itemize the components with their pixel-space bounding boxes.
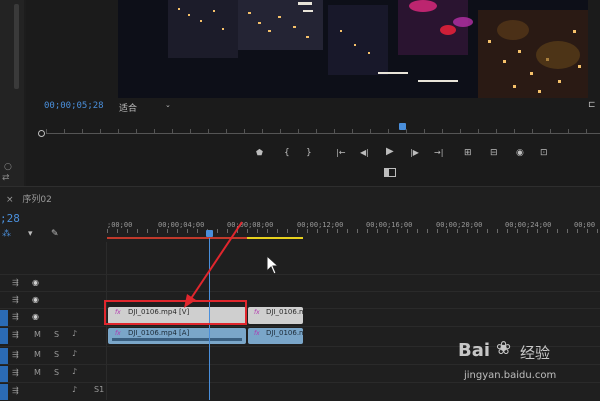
sync-lock-icon[interactable]: ⇶	[12, 350, 19, 359]
frame-icon-right[interactable]: ⊏	[588, 100, 596, 110]
eye-icon[interactable]: ◉	[32, 312, 39, 321]
fx-badge: fx	[115, 330, 121, 337]
microphone-icon[interactable]: ♪	[72, 349, 77, 358]
ruler-label: 00;00;16;00	[366, 221, 413, 229]
watermark-brand: Bai	[458, 340, 491, 361]
go-to-out-icon[interactable]: →|	[434, 148, 443, 158]
export-frame-icon[interactable]: ◉	[516, 148, 524, 158]
solo-button[interactable]: S	[54, 368, 59, 377]
linked-selection-icon[interactable]: ▾	[28, 229, 33, 239]
audio-clip[interactable]: fx DJI_0106.mp4 [A]	[108, 328, 246, 344]
mute-button[interactable]: M	[34, 350, 41, 359]
video-frame	[118, 0, 588, 98]
solo-button[interactable]: S	[54, 330, 59, 339]
tab-sequence[interactable]: × 序列02	[6, 192, 52, 205]
scrubber-track	[46, 133, 600, 134]
work-area-bar[interactable]	[247, 237, 303, 239]
baidu-watermark: Bai ❀ 经验 jingyan.baidu.com	[458, 336, 598, 386]
mark-out-icon[interactable]: }	[306, 148, 312, 158]
clip-name: DJI_0106.mp4	[266, 329, 303, 337]
microphone-icon[interactable]: ♪	[72, 329, 77, 338]
fx-badge: fx	[254, 330, 260, 337]
go-to-in-icon[interactable]: |←	[336, 148, 345, 158]
comparison-view-icon[interactable]	[384, 168, 396, 177]
scrubber-ticks	[46, 129, 600, 133]
monitor-scrubber[interactable]	[38, 123, 600, 139]
mark-in-icon[interactable]: {	[284, 148, 290, 158]
left-panel: ○ ⇄	[0, 0, 24, 186]
solo-button[interactable]: S	[54, 350, 59, 359]
left-panel-scrollbar[interactable]	[14, 4, 19, 89]
watermark-brand-2: 经验	[520, 344, 551, 362]
track-target-master[interactable]	[0, 384, 8, 400]
panel-menu-icon[interactable]: ⇄	[2, 173, 10, 183]
audio-clip[interactable]: fx DJI_0106.mp4	[248, 328, 303, 344]
timeline-timecode[interactable]: ;28	[0, 212, 20, 225]
mute-button[interactable]: M	[34, 368, 41, 377]
extract-icon[interactable]: ⊟	[490, 148, 498, 158]
ruler-label: 00;00;12;00	[297, 221, 344, 229]
collapse-icon[interactable]: ○	[4, 162, 12, 172]
mouse-cursor-icon	[266, 255, 280, 275]
video-clip[interactable]: fx DJI_0106.mp4	[248, 307, 303, 324]
watermark-url: jingyan.baidu.com	[464, 370, 557, 381]
eye-icon[interactable]: ◉	[32, 295, 39, 304]
fit-dropdown-value: 适合	[119, 104, 138, 114]
sync-lock-icon[interactable]: ⇶	[12, 330, 19, 339]
track-v3: ⇶ ◉	[0, 274, 600, 292]
sync-lock-icon[interactable]: ⇶	[12, 278, 19, 287]
add-marker-icon[interactable]: ⬟	[256, 148, 263, 158]
annotation-arrow	[184, 221, 243, 308]
sync-lock-icon[interactable]: ⇶	[12, 312, 19, 321]
tab-sequence-label: 序列02	[22, 195, 52, 205]
scrubber-playhead-icon[interactable]	[399, 123, 406, 130]
scrubber-start-marker	[38, 130, 45, 137]
microphone-icon[interactable]: ♪	[72, 367, 77, 376]
chevron-down-icon: ⌄	[165, 101, 171, 109]
track-target-v1[interactable]	[0, 310, 8, 326]
ruler-label: ;00;00	[107, 221, 133, 229]
sync-lock-icon[interactable]: ⇶	[12, 386, 19, 395]
ruler-label: 00;00;20;00	[436, 221, 483, 229]
city-night-footage	[118, 0, 588, 98]
mute-button[interactable]: M	[34, 330, 41, 339]
ruler-label: 00;00;24;00	[505, 221, 552, 229]
play-icon[interactable]: ▶	[386, 147, 394, 157]
transport-controls: ⬟ { } |← ◀| ▶ |▶ →| ⊞ ⊟ ◉ ⊡	[250, 146, 560, 160]
clip-name: DJI_0106.mp4 [A]	[128, 329, 190, 337]
clip-name: DJI_0106.mp4	[266, 308, 303, 316]
sync-lock-icon[interactable]: ⇶	[12, 295, 19, 304]
wrench-icon[interactable]: ✎	[51, 229, 59, 239]
program-timecode[interactable]: 00;00;05;28	[44, 101, 104, 111]
button-editor-icon[interactable]: ⊡	[540, 148, 548, 158]
track-target-a3[interactable]	[0, 366, 8, 382]
sync-lock-icon[interactable]: ⇶	[12, 368, 19, 377]
fx-badge: fx	[254, 309, 260, 316]
snap-icon[interactable]: ⁂	[2, 229, 11, 239]
ruler-label: 00;00	[574, 221, 596, 229]
step-forward-icon[interactable]: |▶	[410, 148, 419, 158]
lift-icon[interactable]: ⊞	[464, 148, 472, 158]
microphone-icon[interactable]: ♪	[72, 385, 77, 394]
track-target-a2[interactable]	[0, 348, 8, 364]
master-track-label: S1	[94, 385, 105, 394]
eye-icon[interactable]: ◉	[32, 278, 39, 287]
tab-close-icon[interactable]: ×	[6, 195, 14, 205]
step-back-icon[interactable]: ◀|	[360, 148, 369, 158]
fit-dropdown[interactable]: 适合 ⌄	[119, 101, 175, 114]
paw-logo-icon: ❀	[496, 338, 512, 359]
audio-waveform	[112, 338, 242, 341]
track-target-a1[interactable]	[0, 328, 8, 344]
